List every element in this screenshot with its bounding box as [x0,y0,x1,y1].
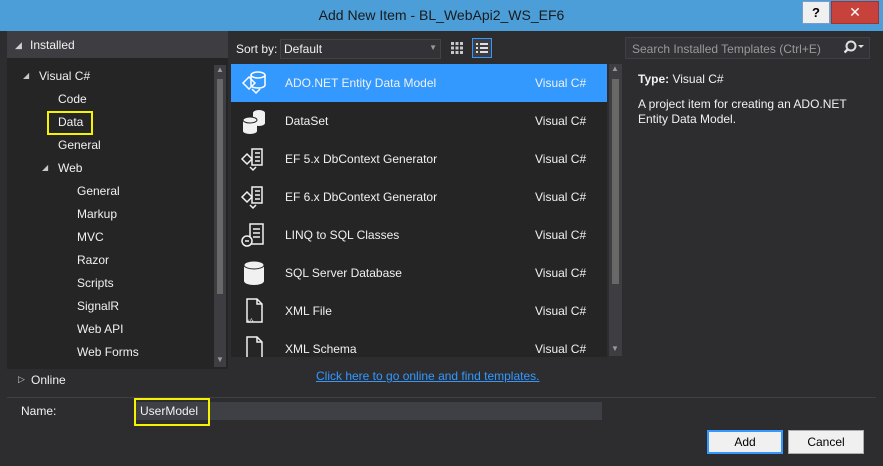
tree-node-web-api[interactable]: Web API [77,319,123,339]
generator-icon [240,148,263,172]
grid-view-button[interactable] [447,38,467,58]
sort-by-dropdown[interactable]: Default ▼ [280,39,441,59]
add-button[interactable]: Add [707,430,783,454]
scroll-up-icon[interactable]: ▲ [609,64,621,73]
collapsed-arrow-icon: ▷ [18,374,25,384]
highlight-box-data [47,111,93,135]
tree-node-code[interactable]: Code [58,89,87,109]
template-language: Visual C# [535,114,587,128]
window-title: Add New Item - BL_WebApi2_WS_EF6 [318,7,565,23]
title-bar: Add New Item - BL_WebApi2_WS_EF6 ? ✕ [0,0,883,31]
template-list: ADO.NET Entity Data Model Visual C# Data… [231,64,607,357]
scroll-up-icon[interactable]: ▲ [214,65,226,74]
tree-scroll-thumb[interactable] [217,79,223,294]
template-language: Visual C# [535,76,587,90]
tree-node-markup[interactable]: Markup [77,204,117,224]
tree-node-web-general[interactable]: General [77,181,120,201]
tree-node-web-forms[interactable]: Web Forms [77,342,139,362]
template-row-sql-server-database[interactable]: SQL Server Database Visual C# [231,254,607,292]
scroll-down-icon[interactable]: ▼ [609,344,621,353]
list-view-icon [476,43,488,53]
template-row-dataset[interactable]: DataSet Visual C# [231,102,607,140]
template-name: XML Schema [285,342,357,356]
grid-view-icon [451,42,463,54]
tree-node-label: Web [58,161,83,175]
template-name: LINQ to SQL Classes [285,228,400,242]
template-language: Visual C# [535,228,587,242]
template-name: DataSet [285,114,329,128]
svg-text:‹⁄›: ‹⁄› [247,317,254,325]
template-language: Visual C# [535,342,587,356]
tree-node-scripts[interactable]: Scripts [77,273,114,293]
cancel-button[interactable]: Cancel [788,430,864,454]
tree-header-label: Installed [30,38,75,52]
database-icon [243,260,265,285]
highlight-box-name [134,398,210,426]
online-templates-link[interactable]: Click here to go online and find templat… [316,369,539,383]
scroll-down-icon[interactable]: ▼ [214,355,226,364]
tree-header-installed[interactable]: ◢ Installed [7,31,228,58]
template-language: Visual C# [535,266,587,280]
template-name: SQL Server Database [285,266,402,280]
xml-file-icon: ‹⁄› [246,298,263,325]
template-tree: ◢ Installed ◢ Visual C# Code Data Genera… [7,31,228,369]
template-list-scroll-thumb[interactable] [612,79,619,284]
template-name: ADO.NET Entity Data Model [285,76,437,90]
template-row-ef5-generator[interactable]: EF 5.x DbContext Generator Visual C# [231,140,607,178]
template-language: Visual C# [535,304,587,318]
template-row-xml-schema[interactable]: XML Schema Visual C# [231,330,607,357]
search-input[interactable] [630,40,844,57]
search-box[interactable] [625,37,870,59]
generator-icon [240,186,263,210]
help-button[interactable]: ? [802,1,830,24]
linq-icon [241,223,264,247]
expanded-arrow-icon: ◢ [23,71,30,80]
tree-node-signalr[interactable]: SignalR [77,296,119,316]
collapse-arrow-icon: ◢ [15,40,22,50]
template-row-linq-to-sql[interactable]: LINQ to SQL Classes Visual C# [231,216,607,254]
template-row-ado-net[interactable]: ADO.NET Entity Data Model Visual C# [231,64,607,102]
expanded-arrow-icon: ◢ [42,163,49,172]
template-language: Visual C# [535,190,587,204]
tree-node-razor[interactable]: Razor [77,250,109,270]
list-view-button[interactable] [472,38,492,58]
tree-node-general[interactable]: General [58,135,101,155]
tree-node-mvc[interactable]: MVC [77,227,104,247]
name-label: Name: [21,404,57,418]
template-name: XML File [285,304,332,318]
description-text: A project item for creating an ADO.NET E… [638,97,847,126]
search-icon[interactable] [844,39,866,57]
entity-model-icon [241,71,266,95]
tree-node-web[interactable]: ◢ Web [42,158,83,178]
template-description: Type: Visual C# A project item for creat… [638,72,868,127]
sort-by-label: Sort by: [236,42,278,56]
tree-node-visual-csharp[interactable]: ◢ Visual C# [23,66,91,86]
template-name: EF 5.x DbContext Generator [285,152,438,166]
type-key-label: Type: [638,72,670,86]
template-list-scrollbar[interactable]: ▲ ▼ [609,64,622,356]
template-row-ef6-generator[interactable]: EF 6.x DbContext Generator Visual C# [231,178,607,216]
dataset-icon [242,110,265,134]
sort-by-value: Default [284,42,323,56]
template-row-xml-file[interactable]: ‹⁄› XML File Visual C# [231,292,607,330]
close-button[interactable]: ✕ [831,1,879,24]
template-language: Visual C# [535,152,587,166]
tree-scrollbar[interactable]: ▲ ▼ [214,65,226,367]
chevron-down-icon: ▼ [429,43,437,52]
tree-node-online[interactable]: Online [31,373,66,387]
tree-node-label: Visual C# [39,69,91,83]
type-value: Visual C# [672,72,724,86]
template-name: EF 6.x DbContext Generator [285,190,438,204]
xml-schema-icon [246,336,263,357]
